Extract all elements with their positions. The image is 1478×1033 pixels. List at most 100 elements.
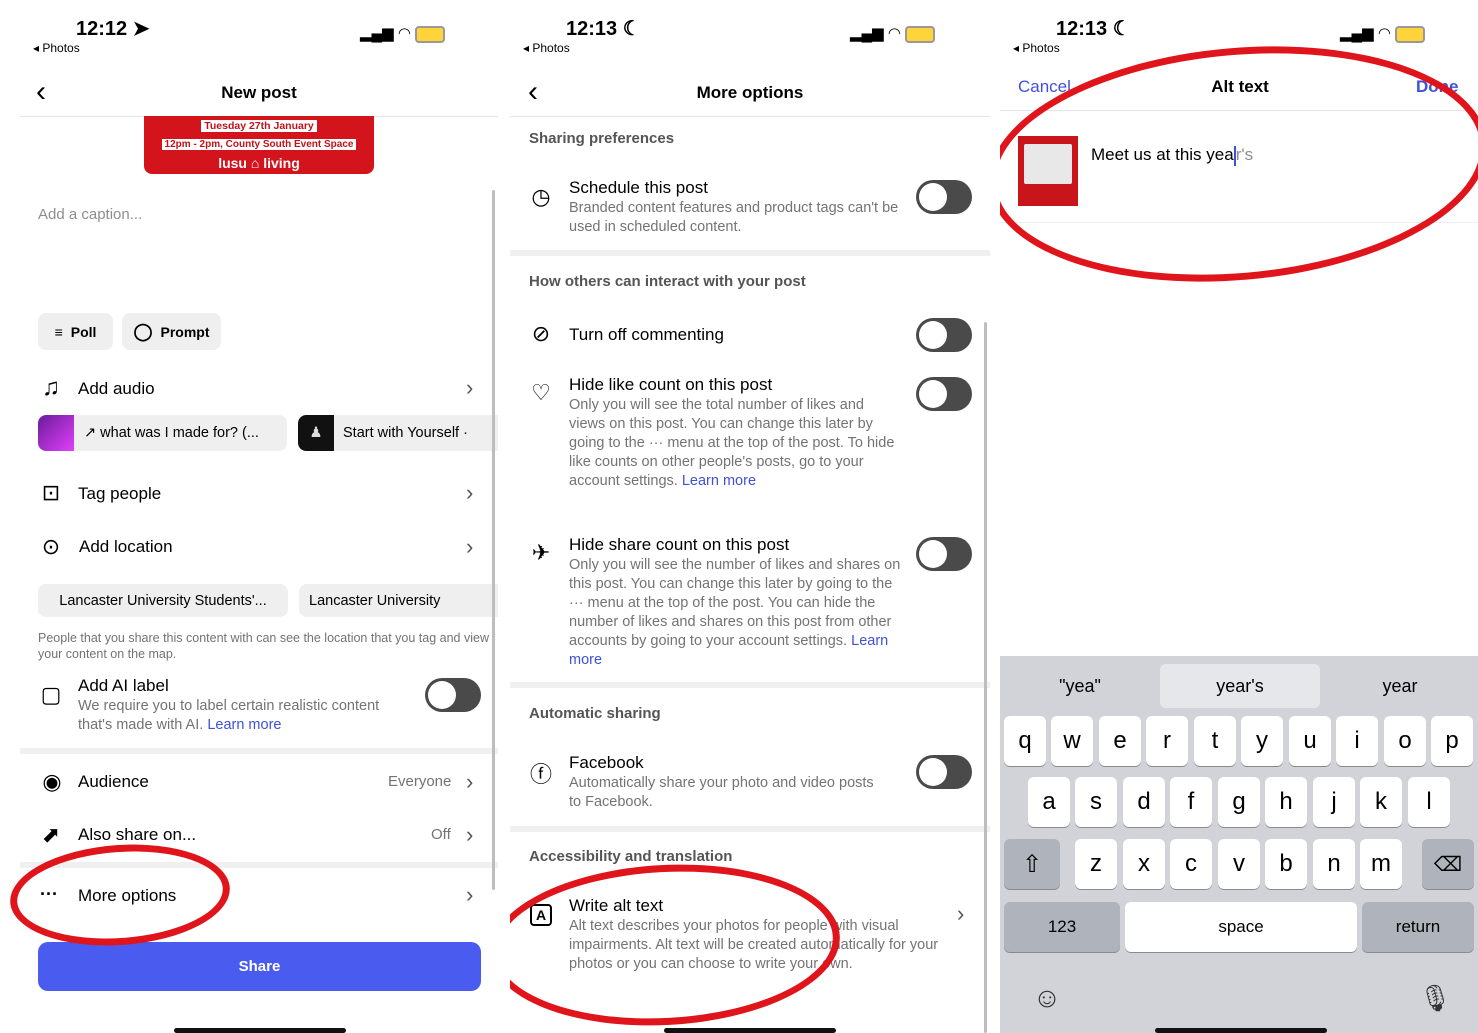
key-d[interactable]: d — [1123, 777, 1165, 827]
clock-icon: ◷ — [531, 184, 551, 209]
audience-label[interactable]: Audience — [78, 772, 149, 792]
more-options-chevron-icon[interactable]: › — [466, 882, 473, 908]
suggestion-1[interactable]: "yea" — [1000, 664, 1160, 708]
key-i[interactable]: i — [1336, 716, 1378, 766]
backspace-key-icon[interactable]: ⌫ — [1422, 839, 1474, 889]
key-c[interactable]: c — [1170, 839, 1212, 889]
signal-icon: ▂▄▆ — [1340, 25, 1374, 42]
hide-share-description: Only you will see the number of likes an… — [569, 557, 901, 668]
facebook-icon: ⓕ — [529, 762, 552, 787]
battery-icon — [1395, 25, 1426, 43]
suggestion-3[interactable]: year — [1320, 664, 1478, 708]
numbers-key[interactable]: 123 — [1004, 902, 1120, 952]
key-w[interactable]: w — [1051, 716, 1093, 766]
back-to-photos-link[interactable]: ◂ Photos — [33, 41, 80, 55]
key-k[interactable]: k — [1360, 777, 1402, 827]
hide-share-label: Hide share count on this post — [569, 535, 790, 554]
thumb-time: 12pm - 2pm, County South Event Space — [161, 139, 357, 150]
key-h[interactable]: h — [1265, 777, 1307, 827]
commenting-toggle[interactable] — [916, 318, 972, 352]
tag-people-label[interactable]: Tag people — [78, 484, 161, 504]
location-chip-1[interactable]: Lancaster University Students'... — [38, 584, 288, 617]
hide-like-learn-more-link[interactable]: Learn more — [682, 473, 756, 489]
also-share-chevron-icon[interactable]: › — [466, 822, 473, 848]
ai-label-title: Add AI label — [78, 676, 169, 695]
facebook-toggle[interactable] — [916, 755, 972, 789]
key-r[interactable]: r — [1146, 716, 1188, 766]
hide-like-label: Hide like count on this post — [569, 375, 773, 394]
share-button[interactable]: Share — [38, 942, 481, 991]
microphone-icon[interactable]: 🎙 — [1418, 981, 1452, 1015]
more-options-screen: 12:13 ☾ ◂ Photos ▂▄▆ ◠ ‹ More options Sh… — [510, 0, 990, 1033]
song-chip-2[interactable]: ♟ Start with Yourself · — [298, 415, 498, 451]
audience-chevron-icon[interactable]: › — [466, 769, 473, 795]
tag-people-chevron-icon[interactable]: › — [466, 480, 473, 506]
song-cover-1 — [38, 415, 74, 451]
key-x[interactable]: x — [1123, 839, 1165, 889]
key-y[interactable]: y — [1241, 716, 1283, 766]
tag-people-icon: ⊡ — [41, 480, 61, 505]
hide-like-description: Only you will see the total number of li… — [569, 397, 895, 489]
suggestion-2[interactable]: year's — [1160, 664, 1320, 708]
return-key[interactable]: return — [1362, 902, 1474, 952]
home-indicator — [664, 1028, 836, 1033]
caption-input[interactable]: Add a caption... — [38, 206, 142, 223]
emoji-icon[interactable]: ☺ — [1030, 981, 1064, 1015]
wifi-icon: ◠ — [887, 25, 901, 42]
back-to-photos-link[interactable]: ◂ Photos — [523, 41, 570, 55]
poll-icon: ≡ — [54, 323, 63, 340]
key-l[interactable]: l — [1408, 777, 1450, 827]
sharing-preferences-heading: Sharing preferences — [529, 130, 675, 147]
location-chip-2[interactable]: Lancaster University — [299, 584, 498, 617]
scrollbar[interactable] — [492, 190, 495, 890]
shift-key-icon[interactable]: ⇧ — [1004, 839, 1060, 889]
prompt-label: Prompt — [160, 323, 210, 340]
key-t[interactable]: t — [1194, 716, 1236, 766]
ai-learn-more-link[interactable]: Learn more — [207, 717, 281, 733]
schedule-toggle[interactable] — [916, 180, 972, 214]
status-icons: ▂▄▆ ◠ — [360, 24, 446, 43]
key-p[interactable]: p — [1431, 716, 1473, 766]
key-g[interactable]: g — [1218, 777, 1260, 827]
hide-like-toggle[interactable] — [916, 377, 972, 411]
add-audio-chevron-icon[interactable]: › — [466, 375, 473, 401]
moon-icon: ☾ — [622, 18, 641, 40]
key-q[interactable]: q — [1004, 716, 1046, 766]
battery-icon — [415, 25, 446, 43]
key-o[interactable]: o — [1384, 716, 1426, 766]
key-v[interactable]: v — [1218, 839, 1260, 889]
add-audio-label[interactable]: Add audio — [78, 379, 155, 399]
thumb-brand: lusu ⌂ living — [218, 155, 300, 171]
post-thumbnail: Tuesday 27th January 12pm - 2pm, County … — [144, 116, 374, 174]
space-key[interactable]: space — [1125, 902, 1357, 952]
battery-icon — [905, 25, 936, 43]
back-to-photos-link[interactable]: ◂ Photos — [1013, 41, 1060, 55]
ai-label-icon: ▢ — [40, 682, 62, 707]
accessibility-heading: Accessibility and translation — [529, 848, 733, 865]
key-u[interactable]: u — [1289, 716, 1331, 766]
key-e[interactable]: e — [1099, 716, 1141, 766]
thumb-date: Tuesday 27th January — [201, 120, 317, 132]
write-alt-text-chevron-icon[interactable]: › — [957, 901, 964, 927]
hide-share-toggle[interactable] — [916, 537, 972, 571]
status-time: 12:13 ☾ — [1056, 18, 1131, 40]
key-f[interactable]: f — [1170, 777, 1212, 827]
key-n[interactable]: n — [1313, 839, 1355, 889]
annotation-circle — [6, 837, 234, 953]
key-z[interactable]: z — [1075, 839, 1117, 889]
add-location-chevron-icon[interactable]: › — [466, 534, 473, 560]
ai-label-toggle[interactable] — [425, 678, 481, 712]
scrollbar[interactable] — [984, 322, 987, 1033]
key-j[interactable]: j — [1313, 777, 1355, 827]
key-s[interactable]: s — [1075, 777, 1117, 827]
poll-button[interactable]: ≡ Poll — [38, 313, 113, 350]
prompt-button[interactable]: ◯ Prompt — [122, 313, 221, 350]
song-chip-1[interactable]: ↗ what was I made for? (... — [38, 415, 287, 451]
also-share-value: Off — [431, 826, 451, 843]
also-share-label[interactable]: Also share on... — [78, 825, 196, 845]
key-a[interactable]: a — [1028, 777, 1070, 827]
key-m[interactable]: m — [1360, 839, 1402, 889]
signal-icon: ▂▄▆ — [360, 25, 394, 42]
add-location-label[interactable]: Add location — [79, 537, 173, 557]
key-b[interactable]: b — [1265, 839, 1307, 889]
